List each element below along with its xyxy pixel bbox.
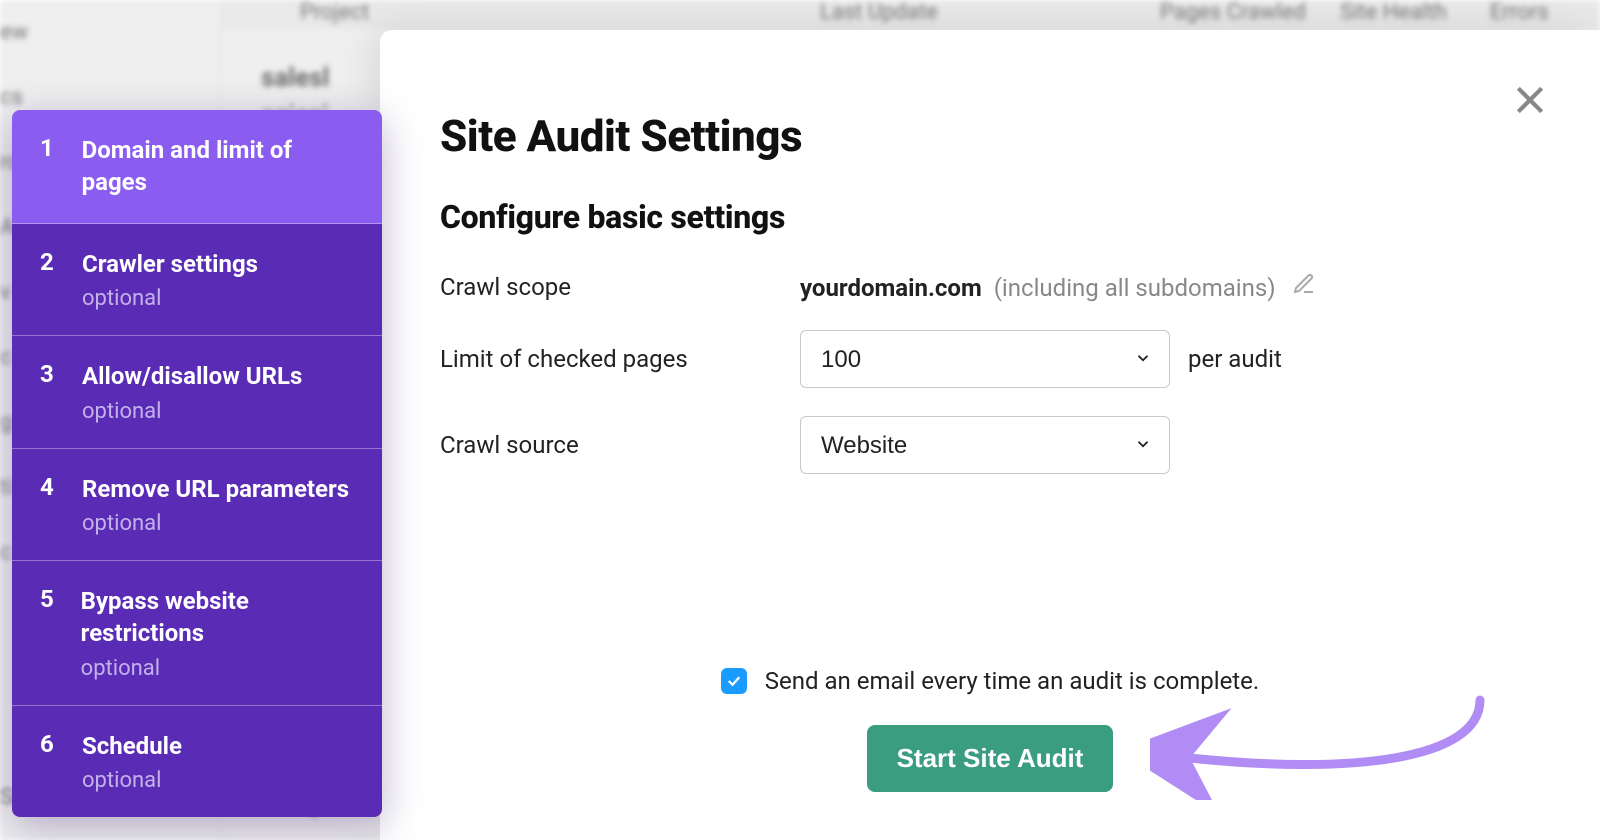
step-title: Allow/disallow URLs (82, 360, 302, 392)
step-title: Crawler settings (82, 248, 258, 280)
step-number: 3 (40, 360, 60, 423)
modal-title: Site Audit Settings (440, 110, 1600, 162)
crawl-scope-note: (including all subdomains) (994, 274, 1276, 302)
step-schedule[interactable]: 6 Schedule optional (12, 706, 382, 817)
close-button[interactable] (1510, 80, 1550, 120)
modal-subtitle: Configure basic settings (440, 198, 1600, 236)
crawl-scope-value: yourdomain.com (including all subdomains… (800, 272, 1316, 302)
step-number: 2 (40, 248, 60, 311)
step-title: Domain and limit of pages (82, 134, 358, 199)
site-audit-settings-modal: Site Audit Settings Configure basic sett… (380, 30, 1600, 840)
crawl-scope-label: Crawl scope (440, 273, 800, 301)
crawl-source-select[interactable]: Website (800, 416, 1170, 474)
edit-icon[interactable] (1292, 274, 1316, 302)
step-domain-limit[interactable]: 1 Domain and limit of pages (12, 110, 382, 224)
step-bypass-restrictions[interactable]: 5 Bypass website restrictions optional (12, 561, 382, 706)
step-optional: optional (82, 286, 258, 311)
row-crawl-source: Crawl source Website (440, 416, 1600, 474)
step-optional: optional (82, 399, 302, 424)
step-title: Remove URL parameters (82, 473, 349, 505)
email-notify-label: Send an email every time an audit is com… (765, 667, 1259, 695)
limit-pages-suffix: per audit (1188, 345, 1282, 373)
settings-form: Crawl scope yourdomain.com (including al… (440, 272, 1600, 474)
start-site-audit-button[interactable]: Start Site Audit (867, 725, 1114, 792)
step-number: 1 (40, 134, 60, 199)
crawl-scope-domain: yourdomain.com (800, 274, 982, 302)
email-notify-row: Send an email every time an audit is com… (380, 667, 1600, 695)
limit-pages-label: Limit of checked pages (440, 345, 800, 373)
row-crawl-scope: Crawl scope yourdomain.com (including al… (440, 272, 1600, 302)
step-optional: optional (82, 768, 182, 793)
step-number: 6 (40, 730, 60, 793)
step-crawler-settings[interactable]: 2 Crawler settings optional (12, 224, 382, 336)
step-title: Bypass website restrictions (81, 585, 358, 650)
step-optional: optional (82, 511, 349, 536)
modal-footer: Send an email every time an audit is com… (380, 667, 1600, 792)
crawl-source-label: Crawl source (440, 431, 800, 459)
wizard-stepper: 1 Domain and limit of pages 2 Crawler se… (12, 110, 382, 817)
step-number: 5 (40, 585, 59, 681)
step-remove-url-parameters[interactable]: 4 Remove URL parameters optional (12, 449, 382, 561)
step-title: Schedule (82, 730, 182, 762)
email-notify-checkbox[interactable] (721, 668, 747, 694)
limit-pages-select[interactable]: 100 (800, 330, 1170, 388)
step-number: 4 (40, 473, 60, 536)
step-allow-disallow-urls[interactable]: 3 Allow/disallow URLs optional (12, 336, 382, 448)
step-optional: optional (81, 656, 358, 681)
row-limit-pages: Limit of checked pages 100 per audit (440, 330, 1600, 388)
